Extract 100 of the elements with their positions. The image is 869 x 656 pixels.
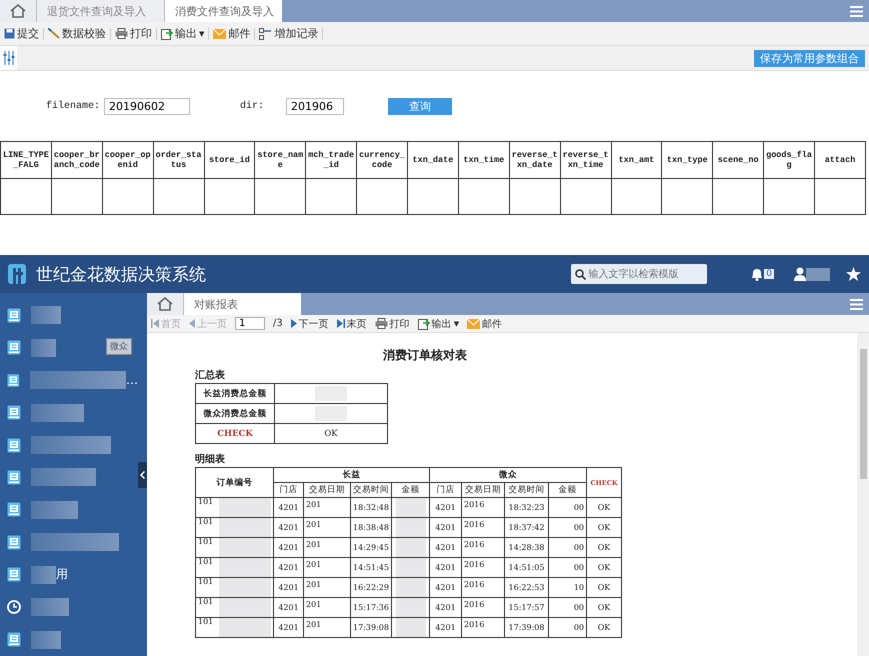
table-cell: 2016 [464,521,484,529]
sidebar-item[interactable]: 微众 [0,331,138,364]
table-cell: OK [586,498,622,518]
table-cell: OK [586,538,622,558]
table-cell: 00 [574,602,584,612]
table-cell: 15:17:36 [350,598,392,618]
tab[interactable]: 消费文件查询及导入 [164,0,282,22]
wand-icon [48,28,60,39]
book-icon [7,308,21,323]
blurred-value [396,518,426,536]
last-page-icon [336,319,345,328]
book-icon [7,502,21,518]
blurred-label [31,598,69,616]
home-icon[interactable] [9,3,27,19]
column-header: 交易时间 [504,482,548,498]
blurred-label [31,404,84,422]
blurred-label [31,468,96,486]
column-header: txn_amt [611,142,662,178]
toolbar-button[interactable]: 下一页 [286,316,333,330]
toolbar-button[interactable]: 邮件 [463,316,506,330]
menu-icon[interactable] [850,298,863,310]
blurred-value [396,498,426,516]
clock-icon [7,600,21,614]
toolbar-button[interactable]: 数据校验 [44,28,111,40]
blurred-value [396,558,426,576]
blurred-value [219,618,271,636]
field-label: filename: [46,100,102,112]
table-cell: 2016 [464,601,484,609]
sidebar-item[interactable]: 用 [0,558,138,592]
column-header: store_name [254,142,306,178]
table-cell: OK [324,428,338,438]
toolbar-button[interactable]: 打印 [111,28,157,40]
toolbar-button[interactable]: 末页 [332,316,371,330]
table-cell: 201 [306,501,322,509]
collapse-handle[interactable] [138,462,147,488]
app-title: 世纪金花数据决策系统 [36,264,206,286]
table-cell: OK [586,618,622,638]
printer-icon [115,28,128,39]
first-page-icon [151,319,159,328]
table-cell: 2016 [464,581,484,589]
blurred-value [219,518,271,536]
star-icon[interactable] [846,267,861,281]
table-cell: 4201 [430,558,462,578]
book-icon [7,470,21,485]
column-header: 门店 [274,482,304,498]
table-cell: 4201 [274,618,304,638]
table-cell: CHECK [196,424,274,444]
table-cell: 4201 [430,498,462,518]
blurred-value [219,578,271,596]
page-input[interactable]: 1 [235,317,265,330]
table-cell: 16:22:29 [350,578,392,598]
printer-icon [374,318,388,329]
previous-icon [189,319,195,328]
table-cell: OK [586,558,622,578]
input-field[interactable]: 20190602 [104,98,190,114]
next-icon [290,319,297,328]
book-icon [7,632,21,648]
column-header: goods_flag [764,142,814,178]
table-cell: 18:32:23 [504,498,548,518]
table-cell: 4201 [274,538,304,558]
menu-icon[interactable] [850,6,863,16]
table-cell: 2016 [464,621,484,629]
table-cell: OK [586,598,622,618]
bell-icon[interactable] [751,267,764,281]
column-header: order_status [153,142,204,178]
input-field[interactable]: 201906 [286,98,344,114]
table-cell: 00 [574,562,584,572]
search-field[interactable]: 输入文字以检索模版 [571,264,708,284]
table-cell: 201 [306,541,322,549]
column-header: currency_code [356,142,408,178]
book-icon [7,534,21,550]
column-header: 门店 [430,482,462,498]
sliders-icon[interactable] [3,51,15,65]
blurred-value [219,558,271,576]
home-icon[interactable] [156,296,174,312]
scrollbar-thumb[interactable] [860,349,866,479]
tab[interactable]: 对账报表 [183,293,301,315]
sidebar-item[interactable]: … [0,364,138,396]
add-record-icon [259,28,272,40]
user-icon[interactable] [794,267,806,281]
toolbar-button[interactable]: 提交 [0,28,44,40]
column-header: 订单编号 [196,468,274,498]
table-cell: 00 [574,542,584,552]
column-header: 交易时间 [350,482,392,498]
table-cell: 14:29:45 [350,538,392,558]
field-label: dir: [240,100,266,112]
table-cell: 4201 [274,518,304,538]
table-cell: 18:32:48 [350,498,392,518]
table-cell: 2016 [464,561,484,569]
toolbar-button[interactable]: 打印 [370,316,414,330]
search-icon [575,269,586,280]
blurred-username [806,268,830,280]
book-icon [7,372,20,388]
mail-icon [467,318,480,328]
toolbar-button[interactable]: 邮件 [209,28,256,40]
toolbar-button[interactable]: 增加记录 [255,28,324,40]
column-header: 交易日期 [462,482,504,498]
table-cell: 16:22:53 [504,578,548,598]
table-cell: 长益消费总金额 [196,384,274,404]
table-cell: 10 [574,582,584,592]
